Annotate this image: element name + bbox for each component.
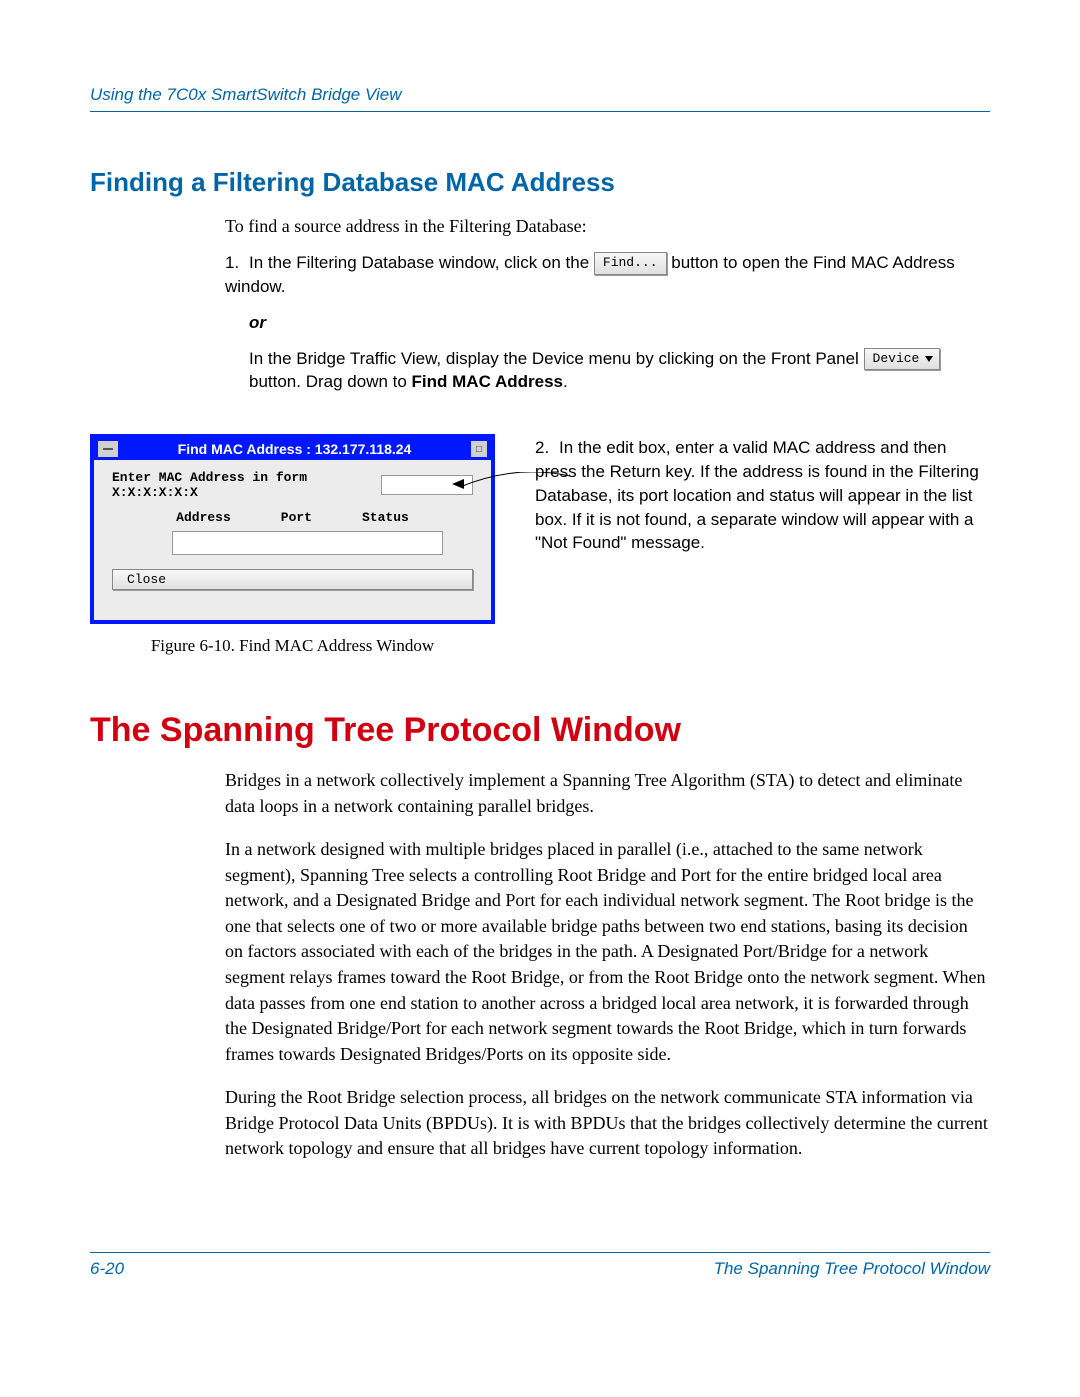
step-1-text-a: In the Filtering Database window, click … bbox=[249, 253, 594, 272]
result-list-box[interactable] bbox=[172, 531, 443, 555]
column-headers: Address Port Status bbox=[142, 510, 443, 525]
step-1-number: 1. bbox=[225, 251, 249, 275]
system-menu-icon[interactable] bbox=[98, 441, 118, 457]
window-titlebar: Find MAC Address : 132.177.118.24 □ bbox=[94, 438, 491, 460]
paragraph-3: During the Root Bridge selection process… bbox=[225, 1085, 990, 1162]
section-heading-spanning-tree: The Spanning Tree Protocol Window bbox=[90, 711, 990, 750]
col-port: Port bbox=[281, 510, 312, 525]
step-2-text: In the edit box, enter a valid MAC addre… bbox=[535, 438, 979, 552]
step-1: 1.In the Filtering Database window, clic… bbox=[225, 251, 990, 299]
step-1-alt-c: . bbox=[563, 372, 568, 391]
window-control-icon[interactable]: □ bbox=[471, 441, 487, 457]
find-mac-window: Find MAC Address : 132.177.118.24 □ Ente… bbox=[90, 434, 495, 624]
paragraph-1: Bridges in a network collectively implem… bbox=[225, 768, 990, 819]
col-address: Address bbox=[176, 510, 231, 525]
page-footer: 6-20 The Spanning Tree Protocol Window bbox=[90, 1252, 990, 1279]
callout-arrow-icon bbox=[452, 479, 464, 489]
step-1-alt: In the Bridge Traffic View, display the … bbox=[225, 347, 990, 395]
chevron-down-icon bbox=[925, 356, 933, 362]
device-button-label: Device bbox=[873, 350, 920, 368]
step-1-alt-bold: Find MAC Address bbox=[412, 372, 563, 391]
page-header: Using the 7C0x SmartSwitch Bridge View bbox=[90, 85, 990, 112]
intro-text: To find a source address in the Filterin… bbox=[225, 216, 990, 237]
step-1-alt-b: button. Drag down to bbox=[249, 372, 412, 391]
or-separator: or bbox=[249, 313, 990, 333]
window-title: Find MAC Address : 132.177.118.24 bbox=[122, 441, 467, 457]
footer-section-title: The Spanning Tree Protocol Window bbox=[714, 1259, 990, 1279]
mac-prompt-label: Enter MAC Address in form X:X:X:X:X:X bbox=[112, 470, 373, 500]
find-button[interactable]: Find... bbox=[594, 252, 667, 274]
header-text: Using the 7C0x SmartSwitch Bridge View bbox=[90, 85, 402, 104]
input-row: Enter MAC Address in form X:X:X:X:X:X bbox=[112, 470, 473, 500]
step-1-alt-a: In the Bridge Traffic View, display the … bbox=[249, 349, 864, 368]
paragraph-2: In a network designed with multiple brid… bbox=[225, 837, 990, 1067]
device-button[interactable]: Device bbox=[864, 348, 941, 370]
footer-page-number: 6-20 bbox=[90, 1259, 124, 1279]
close-button[interactable]: Close bbox=[112, 569, 473, 590]
figure-caption: Figure 6-10. Find MAC Address Window bbox=[90, 636, 495, 656]
figure-row: Find MAC Address : 132.177.118.24 □ Ente… bbox=[90, 434, 990, 656]
step-2-number: 2. bbox=[535, 436, 559, 460]
step-2: 2.In the edit box, enter a valid MAC add… bbox=[535, 434, 990, 555]
col-status: Status bbox=[362, 510, 409, 525]
section-heading-finding: Finding a Filtering Database MAC Address bbox=[90, 167, 990, 198]
